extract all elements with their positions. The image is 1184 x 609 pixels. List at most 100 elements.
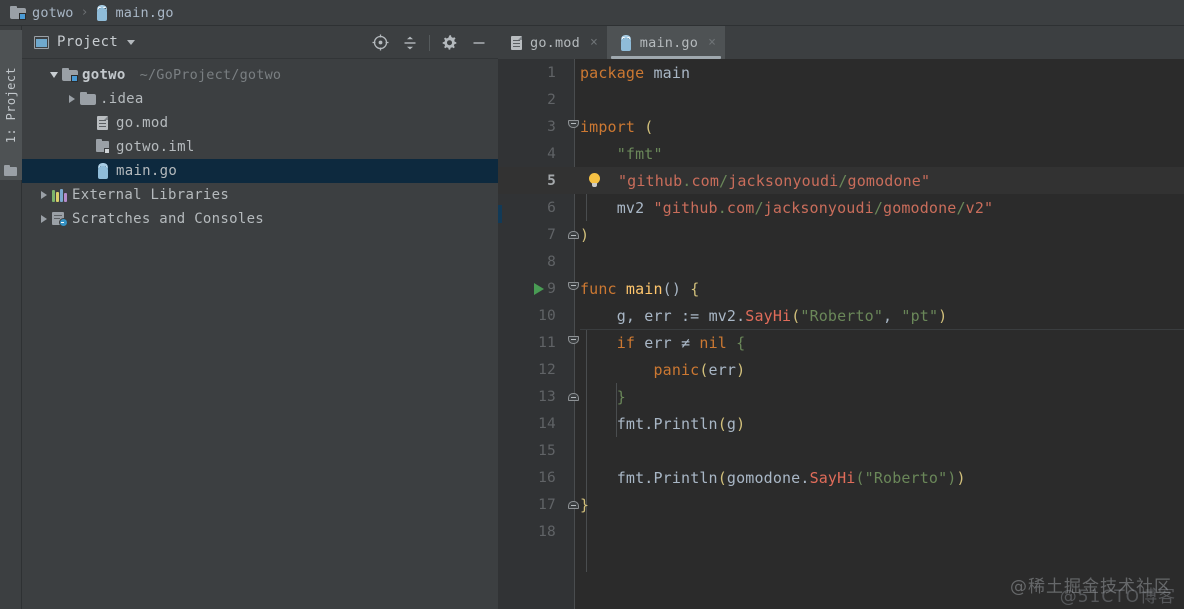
- tree-item-idea[interactable]: .idea: [22, 87, 498, 111]
- tree-item-scratches-and-consoles[interactable]: Scratches and Consoles: [22, 207, 498, 231]
- crosshair-target-icon: [372, 34, 388, 51]
- breadcrumb-item-file[interactable]: main.go: [95, 0, 174, 26]
- tool-window-button-project[interactable]: 1: Project: [0, 30, 22, 180]
- twisty-placeholder: [80, 111, 96, 135]
- tree-item-label: gotwo: [82, 67, 126, 83]
- tree-item-gotwo-iml[interactable]: gotwo.iml: [22, 135, 498, 159]
- mod-file-icon: [510, 35, 523, 51]
- tree-item-go-mod[interactable]: go.mod: [22, 111, 498, 135]
- code-line: 7 ): [498, 221, 1184, 248]
- tree-item-label: .idea: [100, 91, 144, 107]
- tree-item-label: Scratches and Consoles: [72, 211, 265, 227]
- iml-file-icon: [96, 139, 114, 155]
- code-line: 14 fmt.Println(g): [498, 410, 1184, 437]
- code-line-text: }: [616, 387, 626, 406]
- code-line: 13 }: [498, 383, 1184, 410]
- mod-file-icon: [96, 115, 114, 131]
- breadcrumb-item-project[interactable]: gotwo: [10, 0, 74, 26]
- code-line-text: package main: [580, 63, 691, 82]
- line-number: 17: [538, 496, 556, 513]
- line-number: 5: [547, 172, 556, 189]
- module-folder-icon: [10, 5, 26, 20]
- code-line: 15: [498, 437, 1184, 464]
- code-line: 1 package main: [498, 59, 1184, 86]
- folder-icon: [80, 92, 98, 106]
- gear-icon: [442, 35, 456, 50]
- toolbar-divider: [429, 34, 430, 51]
- locate-in-tree-button[interactable]: [365, 28, 395, 58]
- close-icon[interactable]: ×: [590, 35, 598, 50]
- line-number: 16: [538, 469, 556, 486]
- twisty-collapsed-icon[interactable]: [64, 87, 80, 111]
- code-line: 3 import (: [498, 113, 1184, 140]
- line-number: 2: [547, 91, 556, 108]
- close-icon[interactable]: ×: [708, 35, 716, 50]
- code-line-text: }: [580, 495, 590, 514]
- run-gutter-icon[interactable]: [534, 283, 544, 295]
- code-line-text: panic(err): [653, 360, 746, 379]
- breadcrumb-separator: ›: [80, 5, 89, 20]
- hide-panel-button[interactable]: [464, 28, 494, 58]
- code-line: 11 if err ≠ nil {: [498, 329, 1184, 356]
- code-line: 16 fmt.Println(gomodone.SayHi("Roberto")…: [498, 464, 1184, 491]
- code-line: 6 mv2 "github.com/jacksonyoudi/gomodone/…: [498, 194, 1184, 221]
- twisty-expanded-icon[interactable]: [46, 63, 62, 87]
- twisty-collapsed-icon[interactable]: [36, 207, 52, 231]
- breadcrumb-file-label: main.go: [115, 4, 174, 21]
- collapse-all-icon: [404, 36, 416, 49]
- tree-item-external-libraries[interactable]: External Libraries: [22, 183, 498, 207]
- breadcrumb: gotwo › main.go: [0, 0, 1184, 26]
- chevron-down-icon[interactable]: [127, 39, 136, 45]
- line-number: 13: [538, 388, 556, 405]
- code-line-text: import (: [580, 117, 654, 136]
- tree-item-label: main.go: [116, 163, 178, 179]
- line-number: 7: [547, 226, 556, 243]
- code-line-text: "fmt": [616, 144, 663, 163]
- code-line: 2: [498, 86, 1184, 113]
- folder-icon: [4, 165, 17, 176]
- code-line-text: func main() {: [580, 279, 700, 298]
- code-line: 8: [498, 248, 1184, 275]
- tab-main-go[interactable]: main.go ×: [606, 26, 725, 59]
- code-line-text: "github.com/jacksonyoudi/gomodone": [618, 171, 931, 190]
- code-line-text: mv2 "github.com/jacksonyoudi/gomodone/v2…: [616, 198, 994, 217]
- code-line: 4 "fmt": [498, 140, 1184, 167]
- collapse-all-button[interactable]: [395, 28, 425, 58]
- project-tree: gotwo ~/GoProject/gotwo .idea go.mod got…: [22, 59, 498, 231]
- tool-window-strip-left: 1: Project: [0, 26, 22, 609]
- tab-label: go.mod: [530, 34, 580, 51]
- line-number: 1: [547, 64, 556, 81]
- code-editor[interactable]: 1 package main 2 3 import ( 4 "fmt" 5 "g…: [498, 59, 1184, 609]
- line-number: 3: [547, 118, 556, 135]
- tree-item-main-go[interactable]: main.go: [22, 159, 498, 183]
- line-number: 4: [547, 145, 556, 162]
- project-panel-title: Project: [57, 34, 119, 50]
- settings-button[interactable]: [434, 28, 464, 58]
- line-number: 6: [547, 199, 556, 216]
- code-line: 18: [498, 518, 1184, 545]
- code-line: 10 g, err := mv2.SayHi("Roberto", "pt"): [498, 302, 1184, 329]
- code-line-text: g, err := mv2.SayHi("Roberto", "pt"): [616, 306, 948, 325]
- line-number: 11: [538, 334, 556, 351]
- editor-area: go.mod × main.go × 1 package main 2 3 im…: [498, 26, 1184, 609]
- code-line: 12 panic(err): [498, 356, 1184, 383]
- line-number: 15: [538, 442, 556, 459]
- twisty-placeholder: [80, 159, 96, 183]
- code-line-text: ): [580, 225, 590, 244]
- tree-item-label: go.mod: [116, 115, 169, 131]
- minimize-icon: [473, 41, 485, 44]
- twisty-collapsed-icon[interactable]: [36, 183, 52, 207]
- tab-go-mod[interactable]: go.mod ×: [498, 26, 607, 59]
- line-number: 14: [538, 415, 556, 432]
- tree-item-path: ~/GoProject/gotwo: [139, 67, 282, 83]
- project-panel-header: Project: [22, 26, 498, 59]
- scratches-clock-icon: [52, 211, 70, 227]
- tab-label: main.go: [639, 34, 699, 51]
- library-books-icon: [52, 188, 70, 202]
- intention-bulb-icon[interactable]: [588, 173, 601, 188]
- code-line-text: if err ≠ nil {: [616, 333, 746, 352]
- line-number: 12: [538, 361, 556, 378]
- watermark-cto: @51CTO博客: [1059, 587, 1176, 607]
- project-tool-window: Project gotwo ~/GoProject/gotwo .idea go…: [22, 26, 498, 609]
- tree-item-gotwo[interactable]: gotwo ~/GoProject/gotwo: [22, 63, 498, 87]
